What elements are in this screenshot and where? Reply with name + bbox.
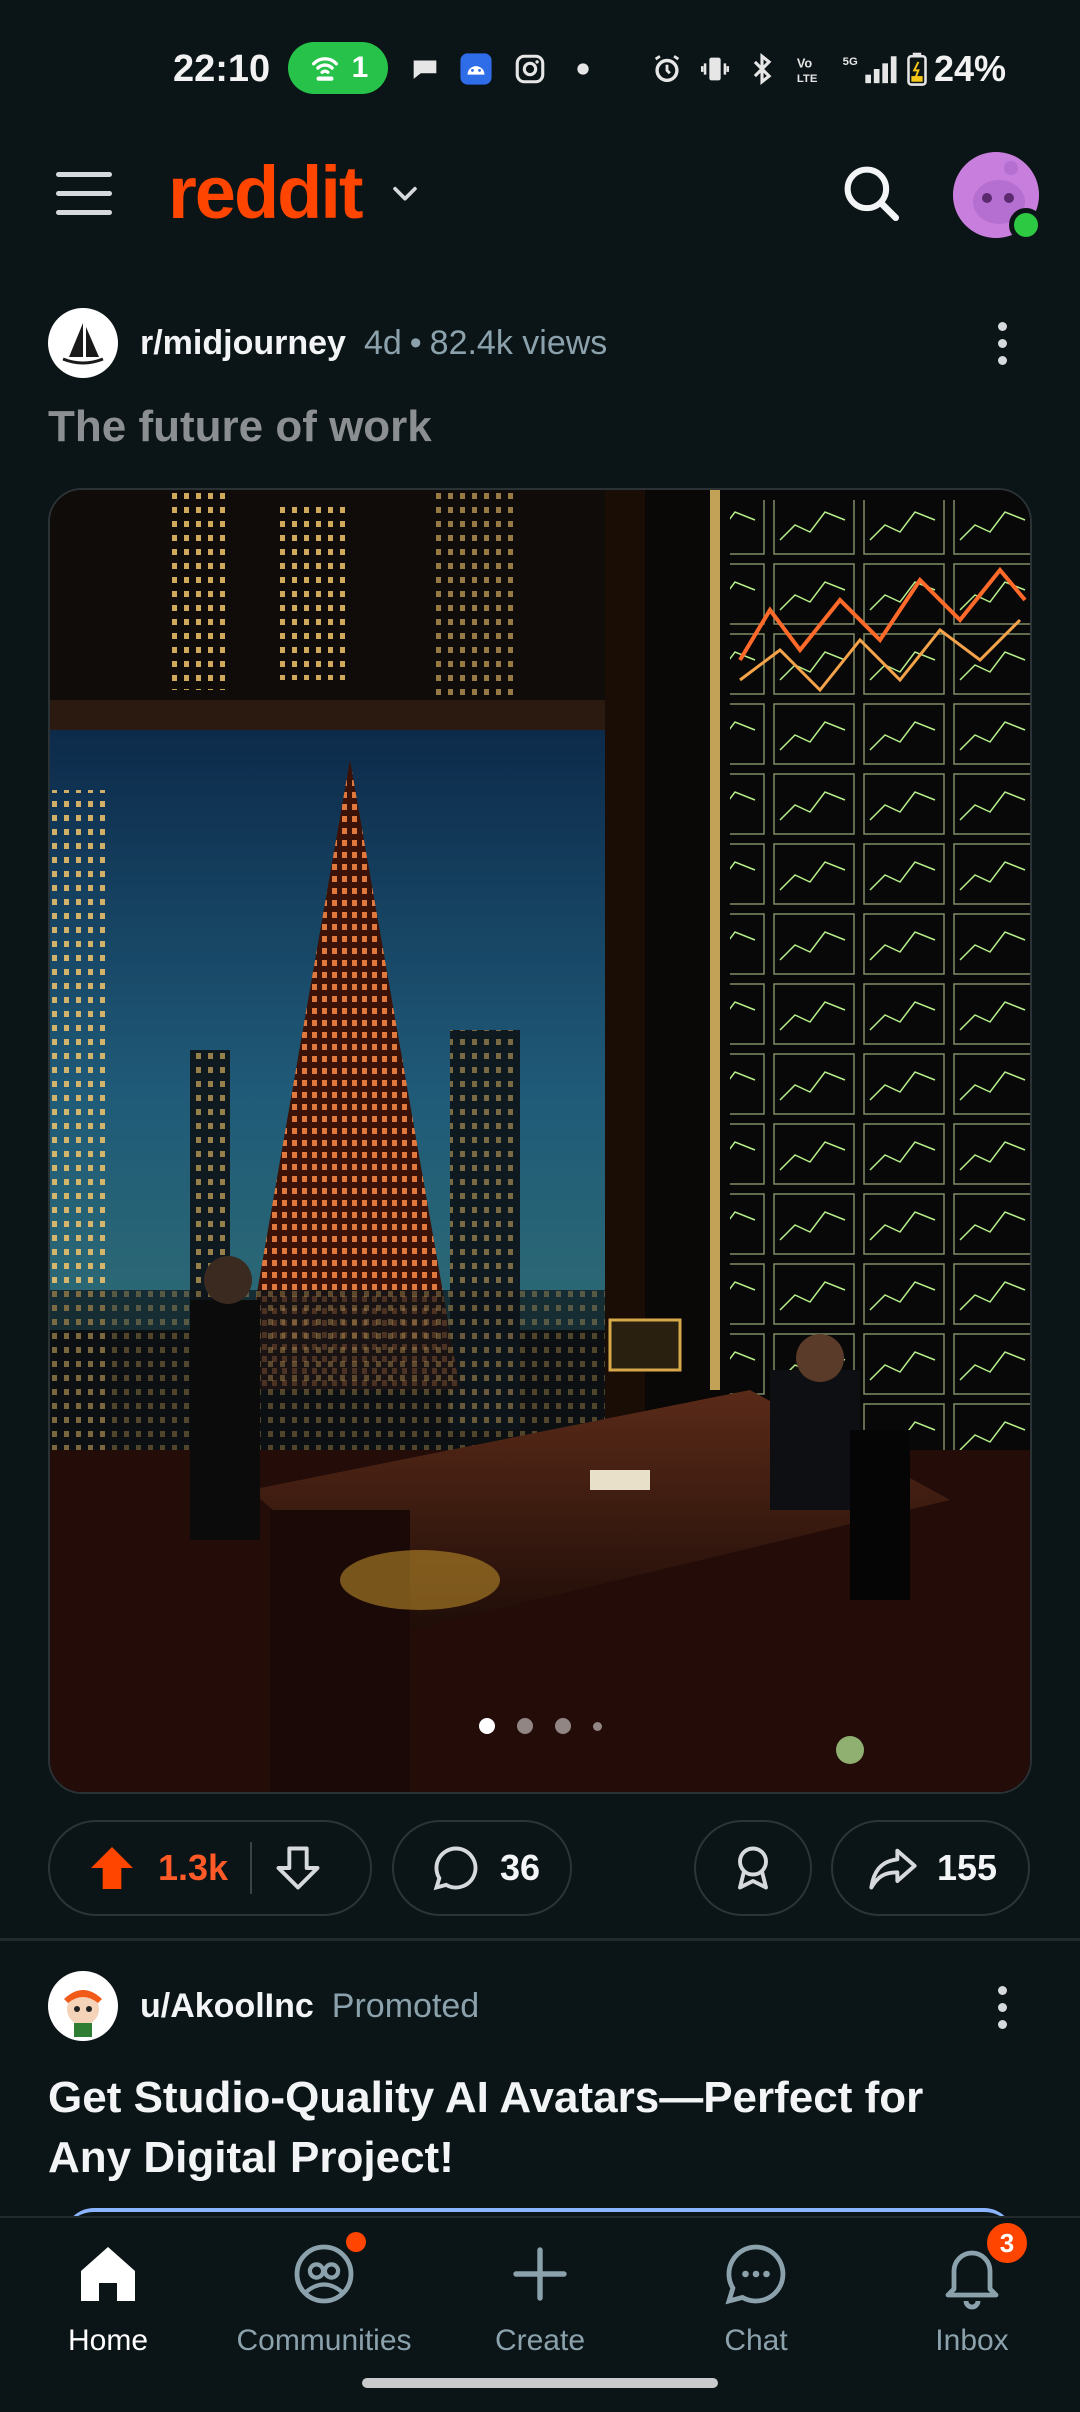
more-options-icon[interactable] xyxy=(984,1972,1020,2042)
carousel-dot[interactable] xyxy=(516,1718,533,1734)
promoted-title[interactable]: Get Studio-Quality AI Avatars—Perfect fo… xyxy=(48,2068,1008,2188)
subreddit-icon[interactable] xyxy=(48,308,118,378)
share-icon xyxy=(869,1848,917,1890)
feed-divider xyxy=(0,1938,1080,1941)
plus-icon xyxy=(513,2247,567,2301)
post-title[interactable]: The future of work xyxy=(48,402,432,452)
nav-create[interactable]: Create xyxy=(432,2238,648,2368)
app-header: reddit xyxy=(0,130,1080,260)
instagram-icon xyxy=(515,54,545,84)
meta-separator: • xyxy=(409,323,422,362)
chevron-down-icon[interactable] xyxy=(388,176,422,210)
comment-count: 36 xyxy=(500,1847,541,1888)
post-meta: r/midjourney 4d • 82.4k views xyxy=(48,308,607,378)
hotspot-count: 1 xyxy=(351,51,369,84)
post-image[interactable] xyxy=(48,488,1032,1794)
carousel-indicator[interactable] xyxy=(50,1718,1030,1734)
award-button[interactable] xyxy=(694,1820,812,1916)
comment-icon xyxy=(433,1846,478,1891)
inbox-badge: 3 xyxy=(984,2220,1030,2266)
more-options-icon[interactable] xyxy=(984,308,1020,378)
home-icon xyxy=(81,2247,135,2301)
nav-chat-label: Chat xyxy=(724,2324,788,2357)
advertiser-name[interactable]: u/AkoolInc xyxy=(140,1987,314,2026)
alarm-icon xyxy=(654,55,680,83)
svg-text:LTE: LTE xyxy=(797,73,818,85)
vibrate-icon xyxy=(700,57,730,81)
nav-communities[interactable]: Communities xyxy=(216,2232,432,2368)
carousel-dot[interactable] xyxy=(478,1718,495,1734)
upvote-icon[interactable] xyxy=(84,1840,140,1896)
comments-button[interactable]: 36 xyxy=(392,1820,572,1916)
reddit-logo[interactable]: reddit xyxy=(168,150,364,235)
carousel-dot[interactable] xyxy=(592,1721,602,1731)
status-time: 22:10 xyxy=(173,48,271,90)
vote-separator xyxy=(250,1842,252,1894)
battery-icon xyxy=(907,52,927,86)
message-bubble-icon xyxy=(413,60,437,79)
post-views: 82.4k views xyxy=(429,323,608,362)
promoted-tag: Promoted xyxy=(331,1986,480,2025)
status-bar: 22:10 1 Vo LTE 5G 24% xyxy=(0,0,1080,130)
hotspot-icon xyxy=(311,57,338,81)
battery-percent: 24% xyxy=(934,48,1007,89)
award-icon xyxy=(738,1846,768,1890)
carousel-dot[interactable] xyxy=(554,1718,571,1734)
promoted-meta: u/AkoolInc Promoted xyxy=(48,1966,479,2046)
communities-icon xyxy=(288,2232,366,2310)
subreddit-name[interactable]: r/midjourney xyxy=(140,324,346,363)
online-status-dot xyxy=(1009,208,1043,242)
hotspot-pill: 1 xyxy=(288,42,388,94)
advertiser-avatar[interactable] xyxy=(48,1971,118,2041)
nav-home-label: Home xyxy=(67,2324,149,2357)
chat-icon xyxy=(725,2244,786,2305)
communities-badge-dot xyxy=(346,2232,366,2252)
nav-chat[interactable]: Chat xyxy=(648,2238,864,2368)
android-icon xyxy=(460,53,492,85)
nav-create-label: Create xyxy=(494,2324,586,2357)
volte-icon: Vo LTE xyxy=(797,56,818,85)
post-actions: 1.3k 36 155 xyxy=(0,1820,1080,1916)
bluetooth-icon xyxy=(753,53,772,85)
vote-pill: 1.3k xyxy=(48,1820,372,1916)
post-age: 4d xyxy=(363,323,402,362)
nav-inbox[interactable]: 3 Inbox xyxy=(864,2220,1080,2368)
gesture-home-indicator[interactable] xyxy=(362,2378,718,2388)
bell-icon: 3 xyxy=(936,2220,1030,2310)
signal-icon: 5G xyxy=(843,56,897,84)
downvote-icon[interactable] xyxy=(272,1842,324,1894)
svg-text:5G: 5G xyxy=(843,56,858,68)
vote-count: 1.3k xyxy=(158,1847,229,1888)
search-icon[interactable] xyxy=(838,160,904,226)
share-button[interactable]: 155 xyxy=(831,1820,1030,1916)
nav-home[interactable]: Home xyxy=(0,2238,216,2368)
svg-text:Vo: Vo xyxy=(797,56,813,71)
share-count: 155 xyxy=(937,1847,998,1888)
nav-inbox-label: Inbox xyxy=(935,2324,1009,2357)
notification-dot-icon xyxy=(577,63,589,75)
nav-communities-label: Communities xyxy=(236,2324,412,2357)
menu-button[interactable] xyxy=(56,172,112,218)
